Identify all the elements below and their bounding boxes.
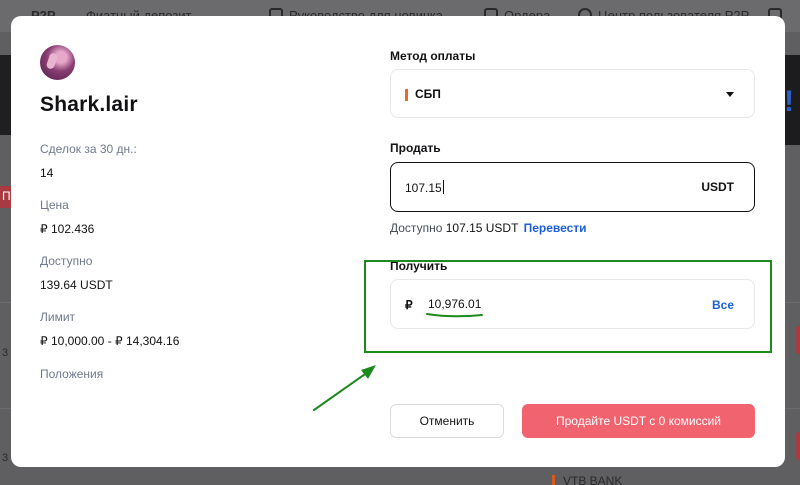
available-label: Доступно: [40, 254, 93, 268]
terms-label: Положения: [40, 367, 104, 381]
sell-modal: Shark.lair Сделок за 30 дн.: 14 Цена ₽ 1…: [11, 16, 785, 467]
background-bank-label: VTB BANK: [552, 474, 622, 485]
available-balance-label: Доступно: [390, 221, 443, 235]
sell-unit: USDT: [701, 180, 734, 194]
available-balance: Доступно 107.15 USDT Перевести: [390, 221, 587, 235]
exclamation-icon: !: [784, 85, 794, 118]
sell-amount-input[interactable]: 107.15 USDT: [390, 162, 755, 212]
payment-accent-bar: [405, 89, 408, 101]
bank-accent-mark: [552, 475, 555, 485]
price-value: ₽ 102.436: [40, 222, 95, 236]
background-row-marker: 3: [2, 347, 9, 359]
limit-label: Лимит: [40, 310, 76, 324]
background-divider: [785, 302, 800, 303]
payment-method-value: СБП: [415, 87, 441, 101]
available-value: 139.64 USDT: [40, 278, 113, 292]
text-cursor: [442, 180, 444, 194]
cancel-button[interactable]: Отменить: [390, 404, 504, 438]
price-label: Цена: [40, 198, 69, 212]
sell-amount-text: 107.15: [405, 181, 442, 195]
avatar[interactable]: [40, 45, 75, 80]
sell-label: Продать: [390, 141, 441, 155]
transfer-link[interactable]: Перевести: [524, 221, 587, 235]
deals-label: Сделок за 30 дн.:: [40, 142, 137, 156]
background-divider: [0, 302, 11, 303]
avatar-figure: [45, 52, 59, 70]
sell-amount-value: 107.15: [405, 180, 444, 195]
bank-label-text: VTB BANK: [563, 474, 623, 485]
payment-method-select[interactable]: СБП: [390, 69, 755, 118]
background-row-marker: 3: [2, 452, 9, 464]
deals-value: 14: [40, 166, 54, 180]
limit-value: ₽ 10,000.00 - ₽ 14,304.16: [40, 334, 180, 348]
background-button-left[interactable]: П: [0, 186, 11, 208]
background-divider: [0, 408, 11, 409]
sell-usdt-button[interactable]: Продайте USDT с 0 комиссий: [522, 404, 755, 438]
background-buy-button[interactable]: [796, 326, 800, 354]
seller-name[interactable]: Shark.lair: [40, 93, 138, 117]
annotation-highlight-box: [364, 260, 772, 353]
payment-method-label: Метод оплаты: [390, 49, 476, 63]
background-buy-button[interactable]: [796, 432, 800, 460]
background-divider: [785, 408, 800, 409]
chevron-down-icon: [726, 92, 734, 97]
available-balance-amount: 107.15 USDT: [445, 221, 519, 235]
